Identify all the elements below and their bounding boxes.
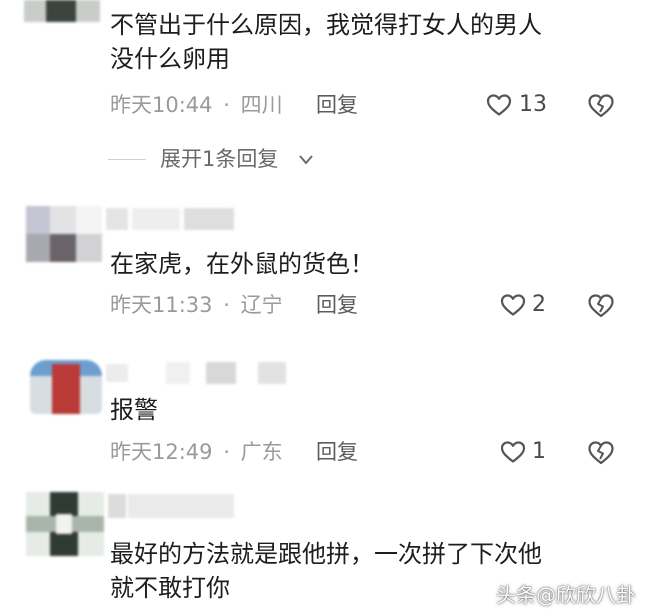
dislike-button[interactable] [587,93,615,119]
like-button[interactable]: 13 [486,90,566,120]
comment-text: 不管出于什么原因，我觉得打女人的男人 没什么卵用 [110,8,542,76]
expand-replies-label: 展开1条回复 [160,147,279,171]
dislike-button[interactable] [587,440,615,466]
comment-meta: 昨天10:44 · 四川 [110,91,283,119]
reply-button[interactable]: 回复 [316,438,358,466]
like-button[interactable]: 2 [500,290,560,320]
heart-outline-icon [500,441,526,463]
meta-separator: · [223,293,230,317]
expand-divider [108,159,146,160]
username[interactable] [108,494,234,518]
like-count: 2 [532,292,546,317]
broken-heart-icon [588,94,614,118]
meta-separator: · [223,440,230,464]
comment-location: 广东 [240,440,283,464]
comment-text: 报警 [110,393,158,427]
dislike-button[interactable] [587,293,615,319]
comment-text-line: 就不敢打你 [110,574,230,602]
meta-separator: · [223,93,230,117]
reply-button[interactable]: 回复 [316,91,358,119]
like-count: 13 [519,92,547,117]
comment-text-line: 没什么卵用 [110,45,230,73]
comment-meta: 昨天11:33 · 辽宁 [110,291,283,319]
comment-text: 在家虎，在外鼠的货色！ [110,247,374,281]
comment-text-line: 报警 [110,396,158,424]
comment-time: 昨天10:44 [110,93,213,117]
avatar[interactable] [26,206,102,262]
broken-heart-icon [588,294,614,318]
avatar[interactable] [30,360,102,414]
avatar[interactable] [24,0,100,22]
username[interactable] [106,208,234,230]
chevron-down-icon [299,155,313,165]
heart-outline-icon [500,294,526,316]
broken-heart-icon [588,441,614,465]
avatar[interactable] [26,492,104,556]
comment-meta: 昨天12:49 · 广东 [110,438,283,466]
reply-button[interactable]: 回复 [316,291,358,319]
comment-text-line: 在家虎，在外鼠的货色！ [110,250,374,278]
comment-text-line: 最好的方法就是跟他拼，一次拼了下次他 [110,540,542,568]
heart-outline-icon [486,94,512,116]
comment-text-line: 不管出于什么原因，我觉得打女人的男人 [110,11,542,39]
comment-location: 四川 [240,93,283,117]
comment-time: 昨天11:33 [110,293,213,317]
like-count: 1 [532,439,546,464]
comment-time: 昨天12:49 [110,440,213,464]
username[interactable] [106,362,286,384]
expand-replies[interactable]: 展开1条回复 [108,145,328,173]
watermark: 头条@欣欣八卦 [496,583,636,607]
like-button[interactable]: 1 [500,437,560,467]
comment-text: 最好的方法就是跟他拼，一次拼了下次他 就不敢打你 [110,537,542,605]
comment-location: 辽宁 [240,293,283,317]
